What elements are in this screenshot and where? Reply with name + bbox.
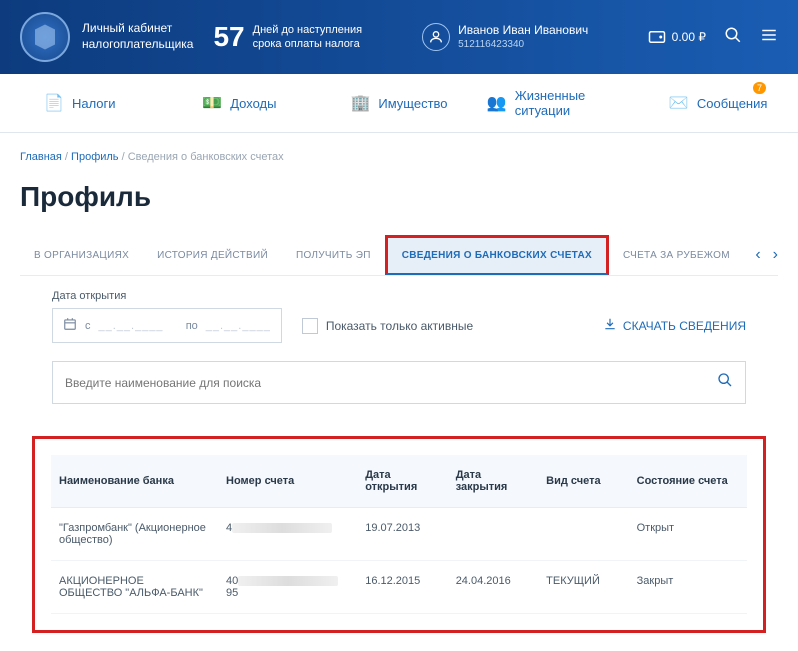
accounts-table: Наименование банка Номер счета Дата откр… — [51, 455, 747, 614]
breadcrumb-profile[interactable]: Профиль — [71, 151, 119, 163]
filters: Дата открытия с __.__.____ по __.__.____… — [52, 290, 746, 404]
nav-property[interactable]: 🏢Имущество — [319, 74, 479, 132]
mail-icon: ✉️ — [669, 93, 689, 113]
tab-get-ep[interactable]: ПОЛУЧИТЬ ЭП — [282, 238, 385, 273]
breadcrumb: Главная / Профиль / Сведения о банковски… — [20, 151, 778, 163]
cell-bank: АКЦИОНЕРНОЕ ОБЩЕСТВО "АЛЬФА-БАНК" — [51, 561, 218, 614]
balance-button[interactable]: 0.00 ₽ — [648, 30, 706, 44]
date-open-label: Дата открытия — [52, 290, 746, 302]
document-icon: 📄 — [44, 93, 64, 113]
cell-open: 16.12.2015 — [357, 561, 447, 614]
user-info: Иванов Иван Иванович 512116423340 — [458, 22, 588, 53]
tab-organizations[interactable]: В ОРГАНИЗАЦИЯХ — [20, 238, 143, 273]
checkbox-icon — [302, 318, 318, 334]
tab-scroll-left[interactable]: ‹ — [755, 246, 760, 264]
col-type: Вид счета — [538, 455, 628, 508]
cell-account: 4095 — [218, 561, 357, 614]
tab-foreign-accounts[interactable]: СЧЕТА ЗА РУБЕЖОМ — [609, 238, 744, 273]
user-block[interactable]: Иванов Иван Иванович 512116423340 — [422, 22, 588, 53]
date-range-input[interactable]: с __.__.____ по __.__.____ — [52, 308, 282, 343]
main-nav: 📄Налоги 💵Доходы 🏢Имущество 👥Жизненные си… — [0, 74, 798, 133]
site-title: Личный кабинет налогоплательщика — [82, 21, 193, 52]
cell-close — [448, 508, 538, 561]
download-icon — [603, 317, 617, 334]
col-account: Номер счета — [218, 455, 357, 508]
tab-bank-accounts[interactable]: СВЕДЕНИЯ О БАНКОВСКИХ СЧЕТАХ — [385, 235, 609, 275]
building-icon: 🏢 — [350, 93, 370, 113]
header-search-button[interactable] — [724, 26, 742, 49]
avatar-icon — [422, 23, 450, 51]
menu-button[interactable] — [760, 26, 778, 49]
cell-status: Закрыт — [629, 561, 747, 614]
nav-messages[interactable]: ✉️Сообщения7 — [638, 74, 798, 132]
cell-open: 19.07.2013 — [357, 508, 447, 561]
search-input[interactable] — [65, 376, 717, 390]
cell-close: 24.04.2016 — [448, 561, 538, 614]
accounts-table-wrap: Наименование банка Номер счета Дата откр… — [32, 436, 766, 633]
search-icon — [717, 372, 733, 393]
nav-taxes[interactable]: 📄Налоги — [0, 74, 160, 132]
col-bank: Наименование банка — [51, 455, 218, 508]
tab-scroll-right[interactable]: › — [773, 246, 778, 264]
site-emblem — [20, 12, 70, 62]
col-close: Дата закрытия — [448, 455, 538, 508]
tab-history[interactable]: ИСТОРИЯ ДЕЙСТВИЙ — [143, 238, 282, 273]
nav-income[interactable]: 💵Доходы — [160, 74, 320, 132]
countdown-block: 57 Дней до наступления срока оплаты нало… — [213, 21, 362, 53]
people-icon: 👥 — [487, 93, 507, 113]
countdown-text: Дней до наступления срока оплаты налога — [253, 23, 362, 52]
cell-type — [538, 508, 628, 561]
search-box[interactable] — [52, 361, 746, 404]
tab-scroll: ‹ › — [755, 246, 778, 264]
table-header-row: Наименование банка Номер счета Дата откр… — [51, 455, 747, 508]
nav-situations[interactable]: 👥Жизненные ситуации — [479, 74, 639, 132]
table-row[interactable]: "Газпромбанк" (Акционерное общество)419.… — [51, 508, 747, 561]
tabs-row: В ОРГАНИЗАЦИЯХ ИСТОРИЯ ДЕЙСТВИЙ ПОЛУЧИТЬ… — [20, 235, 778, 276]
col-open: Дата открытия — [357, 455, 447, 508]
cell-type: ТЕКУЩИЙ — [538, 561, 628, 614]
app-header: Личный кабинет налогоплательщика 57 Дней… — [0, 0, 798, 74]
show-active-checkbox[interactable]: Показать только активные — [302, 318, 473, 334]
content-area: Главная / Профиль / Сведения о банковски… — [0, 133, 798, 651]
cell-bank: "Газпромбанк" (Акционерное общество) — [51, 508, 218, 561]
download-button[interactable]: СКАЧАТЬ СВЕДЕНИЯ — [603, 317, 746, 334]
page-title: Профиль — [20, 181, 778, 213]
table-row[interactable]: АКЦИОНЕРНОЕ ОБЩЕСТВО "АЛЬФА-БАНК"409516.… — [51, 561, 747, 614]
calendar-icon — [63, 317, 77, 334]
breadcrumb-home[interactable]: Главная — [20, 151, 62, 163]
money-icon: 💵 — [202, 93, 222, 113]
messages-badge: 7 — [753, 82, 766, 94]
col-status: Состояние счета — [629, 455, 747, 508]
breadcrumb-current: Сведения о банковских счетах — [128, 151, 284, 163]
cell-account: 4 — [218, 508, 357, 561]
countdown-number: 57 — [213, 21, 244, 53]
cell-status: Открыт — [629, 508, 747, 561]
